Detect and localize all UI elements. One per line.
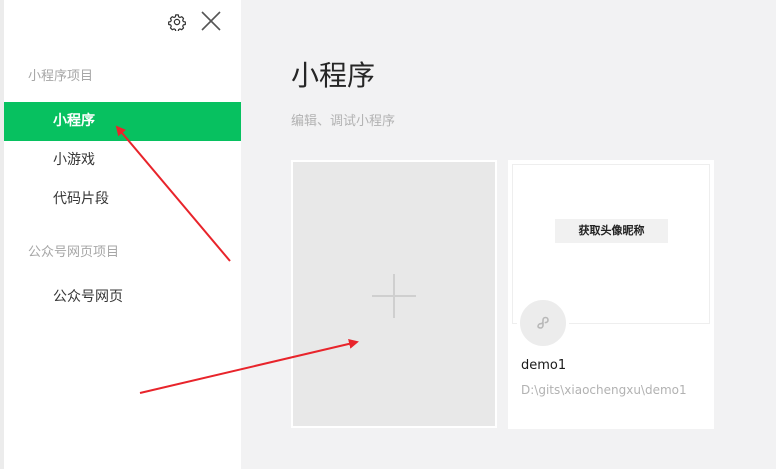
section-title-miniprogram: 小程序项目	[28, 69, 94, 84]
section-title-official-account: 公众号网页项目	[28, 245, 120, 260]
sidebar-item-label: 小游戏	[53, 152, 95, 168]
project-avatar	[517, 297, 569, 349]
page-subtitle: 编辑、调试小程序	[291, 114, 396, 129]
project-path: D:\gits\xiaochengxu\demo1	[521, 383, 687, 397]
sidebar-item-code-snippet[interactable]: 代码片段	[4, 180, 241, 219]
plus-icon-vertical	[393, 274, 395, 318]
preview-button: 获取头像昵称	[555, 219, 668, 243]
app-window: 小程序项目 小程序 小游戏 代码片段 公众号网页项目 公众号网页 小程序 编辑、…	[0, 0, 776, 469]
main-panel: 小程序 编辑、调试小程序 获取头像昵称 demo1 D:\gits\xiaoch…	[241, 0, 776, 469]
sidebar-item-official-account-web[interactable]: 公众号网页	[4, 278, 241, 317]
sidebar: 小程序项目 小程序 小游戏 代码片段 公众号网页项目 公众号网页	[0, 0, 241, 469]
project-card[interactable]: 获取头像昵称 demo1 D:\gits\xiaochengxu\demo1	[508, 160, 714, 429]
sidebar-toolbar	[168, 10, 228, 34]
sidebar-edge	[0, 0, 4, 469]
close-icon[interactable]	[200, 10, 222, 32]
sidebar-item-minigame[interactable]: 小游戏	[4, 141, 241, 180]
sidebar-item-label: 小程序	[53, 113, 95, 129]
project-name: demo1	[521, 358, 567, 373]
sidebar-item-miniprogram[interactable]: 小程序	[4, 102, 241, 141]
sidebar-item-label: 公众号网页	[53, 289, 123, 305]
page-title: 小程序	[291, 59, 376, 92]
gear-icon[interactable]	[168, 13, 186, 31]
mini-program-logo-icon	[537, 316, 549, 329]
create-project-card[interactable]	[291, 160, 497, 428]
sidebar-item-label: 代码片段	[53, 191, 109, 207]
